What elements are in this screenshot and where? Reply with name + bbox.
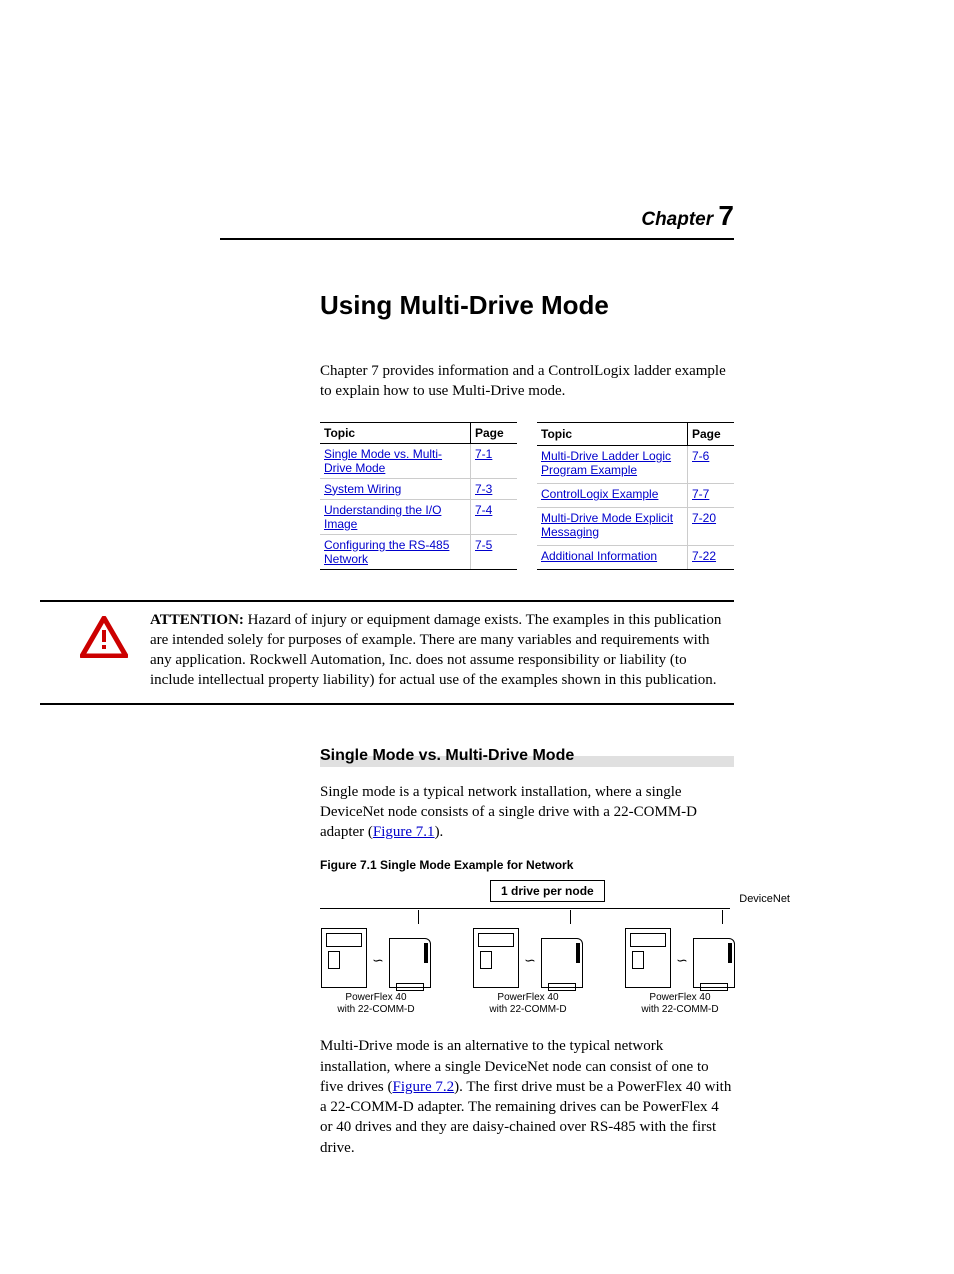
figure-7-1: 1 drive per node DeviceNet PowerFlex 40 …: [320, 880, 734, 1016]
toc-link[interactable]: ControlLogix Example: [541, 487, 658, 501]
toc-row: ControlLogix Example 7-7: [537, 484, 734, 507]
toc-container: Topic Page Single Mode vs. Multi-Drive M…: [320, 422, 734, 570]
figure-box-label: 1 drive per node: [490, 880, 605, 902]
text: PowerFlex 40: [649, 992, 710, 1003]
section1-p1: Single mode is a typical network install…: [320, 782, 734, 843]
toc-header-topic: Topic: [537, 422, 688, 445]
text: with 22-COMM-D: [337, 1004, 414, 1015]
toc-header-page: Page: [688, 422, 735, 445]
toc-table-left: Topic Page Single Mode vs. Multi-Drive M…: [320, 422, 517, 570]
section-heading: Single Mode vs. Multi-Drive Mode: [320, 745, 734, 767]
toc-page-link[interactable]: 7-22: [692, 549, 716, 563]
toc-row: Multi-Drive Ladder Logic Program Example…: [537, 445, 734, 484]
text: PowerFlex 40: [497, 992, 558, 1003]
toc-row: Multi-Drive Mode Explicit Messaging 7-20: [537, 507, 734, 546]
text: PowerFlex 40: [345, 992, 406, 1003]
drive-icon: [625, 928, 671, 988]
drive-node: PowerFlex 40 with 22-COMM-D: [320, 910, 432, 1016]
toc-header-page: Page: [471, 422, 518, 443]
attention-callout: ATTENTION: Hazard of injury or equipment…: [40, 600, 734, 705]
figure-link[interactable]: Figure 7.1: [373, 824, 435, 840]
drive-node: PowerFlex 40 with 22-COMM-D: [472, 910, 584, 1016]
network-line: DeviceNet: [320, 908, 730, 910]
adapter-icon: [693, 938, 735, 988]
chapter-number: 7: [718, 200, 734, 231]
toc-row: System Wiring 7-3: [320, 478, 517, 499]
toc-link[interactable]: Single Mode vs. Multi-Drive Mode: [324, 447, 442, 475]
page-title: Using Multi-Drive Mode: [320, 290, 734, 321]
text: with 22-COMM-D: [641, 1004, 718, 1015]
intro-paragraph: Chapter 7 provides information and a Con…: [320, 361, 734, 402]
figure-link[interactable]: Figure 7.2: [392, 1079, 454, 1095]
adapter-icon: [389, 938, 431, 988]
attention-text: ATTENTION: Hazard of injury or equipment…: [150, 610, 734, 691]
toc-table-right: Topic Page Multi-Drive Ladder Logic Prog…: [537, 422, 734, 570]
toc-page-link[interactable]: 7-7: [692, 487, 709, 501]
toc-row: Single Mode vs. Multi-Drive Mode 7-1: [320, 443, 517, 478]
toc-row: Configuring the RS-485 Network 7-5: [320, 534, 517, 569]
connector-icon: [523, 952, 537, 960]
section1-p2: Multi-Drive mode is an alternative to th…: [320, 1036, 734, 1158]
figure-caption: Figure 7.1 Single Mode Example for Netwo…: [320, 858, 734, 872]
toc-page-link[interactable]: 7-6: [692, 449, 709, 463]
toc-link[interactable]: Multi-Drive Ladder Logic Program Example: [541, 449, 671, 477]
toc-row: Understanding the I/O Image 7-4: [320, 499, 517, 534]
chapter-word: Chapter: [641, 209, 713, 230]
drive-icon: [321, 928, 367, 988]
adapter-icon: [541, 938, 583, 988]
toc-row: Additional Information 7-22: [537, 546, 734, 569]
toc-page-link[interactable]: 7-5: [475, 538, 492, 552]
toc-page-link[interactable]: 7-4: [475, 503, 492, 517]
toc-header-topic: Topic: [320, 422, 471, 443]
toc-link[interactable]: Understanding the I/O Image: [324, 503, 441, 531]
drive-node: PowerFlex 40 with 22-COMM-D: [624, 910, 736, 1016]
network-label: DeviceNet: [739, 893, 790, 905]
text: with 22-COMM-D: [489, 1004, 566, 1015]
toc-link[interactable]: Configuring the RS-485 Network: [324, 538, 449, 566]
toc-link[interactable]: Additional Information: [541, 549, 657, 563]
connector-icon: [675, 952, 689, 960]
toc-page-link[interactable]: 7-1: [475, 447, 492, 461]
toc-link[interactable]: Multi-Drive Mode Explicit Messaging: [541, 511, 673, 539]
attention-label: ATTENTION:: [150, 612, 244, 628]
attention-icon: [80, 610, 140, 663]
text: ).: [435, 824, 444, 840]
toc-page-link[interactable]: 7-20: [692, 511, 716, 525]
drive-icon: [473, 928, 519, 988]
toc-page-link[interactable]: 7-3: [475, 482, 492, 496]
connector-icon: [371, 952, 385, 960]
chapter-header: Chapter 7: [220, 200, 734, 240]
toc-link[interactable]: System Wiring: [324, 482, 401, 496]
